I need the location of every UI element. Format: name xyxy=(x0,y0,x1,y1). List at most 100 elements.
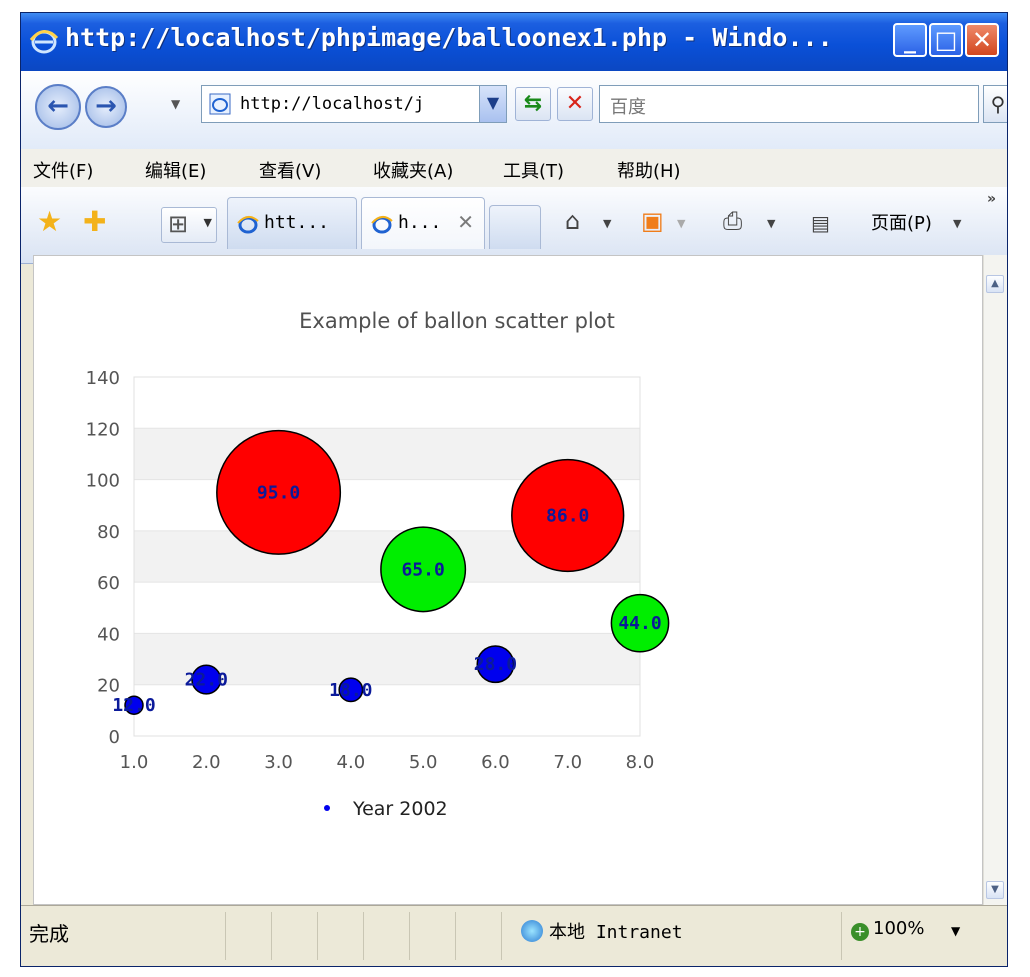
history-dropdown-icon[interactable]: ▼ xyxy=(171,97,181,111)
ie-tab-icon xyxy=(237,216,259,234)
y-tick-label: 60 xyxy=(97,573,120,594)
legend-marker xyxy=(324,805,330,811)
minimize-icon: _ xyxy=(904,26,916,54)
tab-2-label: h... xyxy=(398,212,442,233)
forward-arrow-icon: → xyxy=(95,91,117,121)
ie-icon xyxy=(29,30,59,54)
menu-favorites[interactable]: 收藏夹(A) xyxy=(373,157,453,183)
y-tick-label: 40 xyxy=(97,624,120,645)
new-tab-button[interactable] xyxy=(489,205,541,249)
print-icon[interactable]: ⎙ xyxy=(723,207,742,235)
url-text[interactable]: http://localhost/j xyxy=(240,94,462,114)
address-input[interactable]: http://localhost/j ▼ xyxy=(201,85,507,123)
x-tick-label: 8.0 xyxy=(626,752,655,773)
balloon-data-label: 28.0 xyxy=(474,654,517,675)
add-favorite-icon[interactable]: ✚ xyxy=(83,205,106,238)
quick-tabs-button[interactable]: ⊞ ▼ xyxy=(161,207,217,243)
status-divider xyxy=(271,912,272,960)
status-text: 完成 xyxy=(29,922,69,946)
security-zone[interactable]: 本地 Intranet xyxy=(521,918,683,944)
y-tick-label: 100 xyxy=(86,471,120,492)
url-dropdown-icon[interactable]: ▼ xyxy=(479,86,506,122)
tab-1-label: htt... xyxy=(264,212,330,233)
x-tick-label: 6.0 xyxy=(481,752,510,773)
status-divider xyxy=(363,912,364,960)
vertical-scrollbar[interactable]: ▲ ▼ xyxy=(983,255,1007,905)
menu-edit[interactable]: 编辑(E) xyxy=(145,157,206,183)
home-icon[interactable]: ⌂ xyxy=(565,207,580,235)
favorites-star-icon[interactable]: ★ xyxy=(37,205,62,238)
menu-file[interactable]: 文件(F) xyxy=(33,157,93,183)
tab-bar: ★ ✚ ⊞ ▼ htt... h... ✕ ⌂ ▼ ▣ ▼ ⎙ ▼ ▤ 页面(P… xyxy=(21,187,1007,264)
status-divider xyxy=(501,912,502,960)
zone-label: 本地 Intranet xyxy=(549,922,683,943)
maximize-icon: □ xyxy=(934,26,958,54)
zoom-icon: + xyxy=(851,923,869,941)
home-dropdown-icon[interactable]: ▼ xyxy=(603,217,611,230)
menu-tools[interactable]: 工具(T) xyxy=(503,157,564,183)
chart-title: Example of ballon scatter plot xyxy=(299,309,615,333)
back-button[interactable]: ← xyxy=(35,84,81,130)
page-icon[interactable]: ▤ xyxy=(811,211,830,235)
address-bar: ← → ▼ http://localhost/j ▼ ⇆ ✕ 百度 ⚲ xyxy=(21,71,1007,156)
feeds-icon[interactable]: ▣ xyxy=(641,207,664,235)
zoom-level: 100% xyxy=(873,918,925,939)
y-tick-label: 0 xyxy=(109,727,120,748)
zoom-control[interactable]: +100% xyxy=(851,918,924,941)
menu-bar: 文件(F) 编辑(E) 查看(V) 收藏夹(A) 工具(T) 帮助(H) xyxy=(21,149,1007,188)
tab-1[interactable]: htt... xyxy=(227,197,357,249)
balloon-data-label: 65.0 xyxy=(401,559,444,580)
x-tick-label: 4.0 xyxy=(337,752,366,773)
status-divider xyxy=(317,912,318,960)
x-tick-label: 5.0 xyxy=(409,752,438,773)
y-tick-label: 20 xyxy=(97,676,120,697)
more-commands-icon[interactable]: » xyxy=(987,191,996,207)
intranet-globe-icon xyxy=(521,920,543,942)
print-dropdown-icon[interactable]: ▼ xyxy=(767,217,775,230)
search-icon: ⚲ xyxy=(990,92,1006,116)
close-icon: ✕ xyxy=(971,26,993,54)
stop-icon: ✕ xyxy=(565,91,585,116)
close-button[interactable]: ✕ xyxy=(965,23,999,57)
balloon-data-label: 18.0 xyxy=(329,680,372,701)
title-bar[interactable]: http://localhost/phpimage/balloonex1.php… xyxy=(21,13,1007,71)
search-text[interactable]: 百度 xyxy=(610,93,646,119)
tab-2[interactable]: h... ✕ xyxy=(361,197,485,249)
back-arrow-icon: ← xyxy=(47,91,69,121)
balloon-data-label: 86.0 xyxy=(546,505,589,526)
page-menu-button[interactable]: 页面(P) xyxy=(871,209,932,235)
search-input[interactable]: 百度 xyxy=(599,85,979,123)
x-tick-label: 7.0 xyxy=(553,752,582,773)
refresh-button[interactable]: ⇆ xyxy=(515,87,551,121)
balloon-data-label: 44.0 xyxy=(618,613,661,634)
search-button[interactable]: ⚲ xyxy=(983,85,1007,123)
refresh-icon: ⇆ xyxy=(523,91,543,116)
balloon-data-label: 22.0 xyxy=(185,670,228,691)
menu-help[interactable]: 帮助(H) xyxy=(617,157,681,183)
quick-tabs-dropdown-icon[interactable]: ▼ xyxy=(204,216,212,229)
status-bar: 完成 本地 Intranet +100% ▼ xyxy=(21,905,1007,966)
page-content: Example of ballon scatter plot 0 20 40 60 80 1… xyxy=(33,255,983,905)
window-title: http://localhost/phpimage/balloonex1.php… xyxy=(65,23,833,52)
status-divider xyxy=(409,912,410,960)
quick-tabs-icon: ⊞ xyxy=(168,210,189,238)
feeds-dropdown-icon: ▼ xyxy=(677,217,686,230)
balloon-chart: Example of ballon scatter plot 0 20 40 60 80 1… xyxy=(86,309,670,820)
minimize-button[interactable]: _ xyxy=(893,23,927,57)
balloon-data-label: 12.0 xyxy=(112,695,155,716)
scroll-up-icon[interactable]: ▲ xyxy=(986,275,1004,293)
menu-view[interactable]: 查看(V) xyxy=(259,157,321,183)
page-icon xyxy=(209,93,231,115)
zoom-dropdown-icon[interactable]: ▼ xyxy=(951,924,960,938)
x-tick-label: 1.0 xyxy=(120,752,149,773)
ie-tab-icon xyxy=(371,216,393,234)
y-tick-label: 80 xyxy=(97,522,120,543)
status-divider xyxy=(841,912,842,960)
page-dropdown-icon[interactable]: ▼ xyxy=(953,217,961,230)
scroll-down-icon[interactable]: ▼ xyxy=(986,881,1004,899)
close-tab-icon[interactable]: ✕ xyxy=(457,210,474,234)
maximize-button[interactable]: □ xyxy=(929,23,963,57)
x-tick-label: 2.0 xyxy=(192,752,221,773)
forward-button[interactable]: → xyxy=(85,86,127,128)
stop-button[interactable]: ✕ xyxy=(557,87,593,121)
